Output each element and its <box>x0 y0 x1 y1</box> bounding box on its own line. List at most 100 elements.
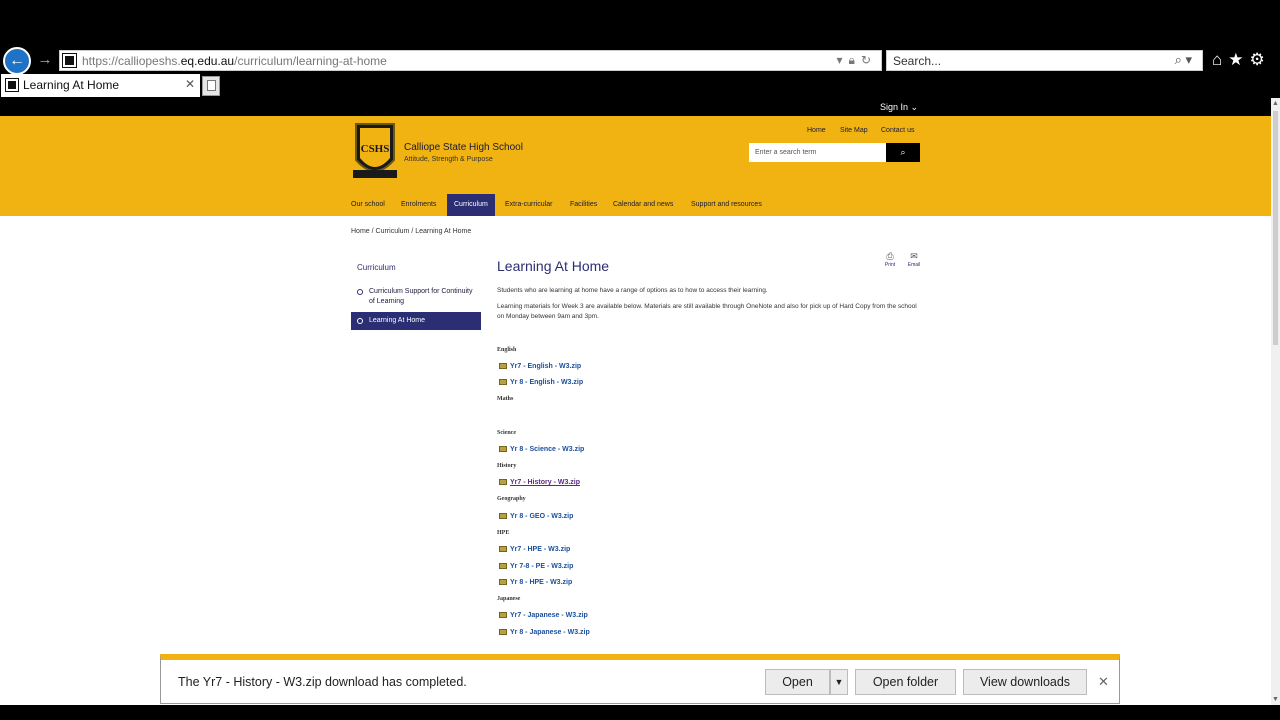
intro-text: Students who are learning at home have a… <box>497 287 768 294</box>
tab-learning-at-home[interactable]: Learning At Home ✕ <box>1 74 200 97</box>
download-notification-bar: The Yr7 - History - W3.zip download has … <box>160 654 1120 704</box>
lock-icon[interactable]: 🔒︎ <box>849 53 861 67</box>
subject-heading-geography: Geography <box>497 496 526 502</box>
svg-text:CSHS: CSHS <box>361 143 390 155</box>
breadcrumb-curriculum[interactable]: Curriculum <box>376 228 410 235</box>
zip-file-icon <box>499 579 507 586</box>
file-link-yr7-japanese[interactable]: Yr7 - Japanese - W3.zip <box>499 612 588 619</box>
search-icon: ⌕ <box>900 147 906 157</box>
sidebar-title[interactable]: Curriculum <box>357 263 396 272</box>
utility-link-site-map[interactable]: Site Map <box>840 127 868 134</box>
sidebar-item-continuity[interactable]: Curriculum Support for Continuity of Lea… <box>351 287 481 309</box>
subject-heading-science: Science <box>497 430 516 436</box>
address-bar[interactable]: https://calliopeshs.eq.edu.au/curriculum… <box>59 50 882 71</box>
star-icon[interactable]: ★ <box>1228 50 1249 69</box>
print-button[interactable]: ⎙ Print <box>880 251 900 268</box>
address-url[interactable]: https://calliopeshs.eq.edu.au/curriculum… <box>82 54 387 68</box>
view-downloads-button[interactable]: View downloads <box>963 669 1087 695</box>
site-header: CSHS Calliope State High School Attitude… <box>0 116 1271 216</box>
utility-link-home[interactable]: Home <box>807 127 826 134</box>
subject-heading-hpe: HPE <box>497 530 510 536</box>
zip-file-icon <box>499 563 507 570</box>
zip-file-icon <box>499 629 507 636</box>
envelope-icon: ✉ <box>910 251 918 261</box>
new-tab-button[interactable] <box>202 76 220 96</box>
refresh-icon[interactable]: ↻ <box>861 53 877 67</box>
zip-file-icon <box>499 379 507 386</box>
breadcrumb-current: Learning At Home <box>415 228 472 235</box>
tab-title: Learning At Home <box>23 78 120 92</box>
zip-file-icon <box>499 446 507 453</box>
browser-search-input[interactable]: Search... ⌕ ▾ <box>886 50 1203 71</box>
file-link-yr78-pe[interactable]: Yr 7-8 - PE - W3.zip <box>499 563 573 570</box>
search-icon[interactable]: ⌕ ▾ <box>1175 52 1192 68</box>
zip-file-icon <box>499 363 507 370</box>
nav-support-resources[interactable]: Support and resources <box>691 194 762 216</box>
forward-arrow-icon[interactable]: → <box>36 50 54 70</box>
scrollbar-thumb[interactable] <box>1273 111 1278 345</box>
dropdown-icon[interactable]: ▾ <box>837 53 849 67</box>
sidebar-item-learning-at-home[interactable]: Learning At Home <box>351 312 481 330</box>
bullet-icon <box>357 318 363 324</box>
signin-strip: Sign In ⌄ <box>0 98 1271 116</box>
school-tagline: Attitude, Strength & Purpose <box>404 156 493 163</box>
page-icon <box>62 53 77 68</box>
file-link-yr8-hpe[interactable]: Yr 8 - HPE - W3.zip <box>499 579 572 586</box>
breadcrumb: Home / Curriculum / Learning At Home <box>351 228 472 235</box>
nav-extra-curricular[interactable]: Extra-curricular <box>505 194 552 216</box>
close-icon[interactable]: ✕ <box>185 77 195 91</box>
download-message: The Yr7 - History - W3.zip download has … <box>178 675 467 689</box>
sidebar-item-label: Curriculum Support for Continuity of Lea… <box>369 288 473 305</box>
browser-search-placeholder: Search... <box>893 54 942 68</box>
utility-link-contact[interactable]: Contact us <box>881 127 914 134</box>
home-icon[interactable]: ⌂ <box>1212 50 1228 69</box>
bullet-icon <box>357 289 363 295</box>
school-crest-logo[interactable]: CSHS <box>350 120 400 184</box>
file-link-yr7-english[interactable]: Yr7 - English - W3.zip <box>499 363 581 370</box>
gear-icon[interactable]: ⚙ <box>1250 50 1271 69</box>
page-title: Learning At Home <box>497 258 610 274</box>
scroll-up-icon[interactable]: ▲ <box>1272 100 1279 107</box>
file-link-yr7-history[interactable]: Yr7 - History - W3.zip <box>499 479 580 486</box>
nav-calendar-news[interactable]: Calendar and news <box>613 194 673 216</box>
open-folder-button[interactable]: Open folder <box>855 669 956 695</box>
subject-heading-english: English <box>497 347 517 353</box>
breadcrumb-home[interactable]: Home <box>351 228 370 235</box>
page-icon <box>5 78 19 92</box>
open-button[interactable]: Open <box>765 669 830 695</box>
vertical-scrollbar[interactable]: ▲ ▼ <box>1271 98 1280 705</box>
zip-file-icon <box>499 513 507 520</box>
back-arrow-icon[interactable]: ← <box>3 47 31 75</box>
zip-file-icon <box>499 479 507 486</box>
bottom-strip <box>0 705 1280 720</box>
nav-our-school[interactable]: Our school <box>351 194 385 216</box>
nav-facilities[interactable]: Facilities <box>570 194 597 216</box>
sidebar-item-label: Learning At Home <box>369 317 426 324</box>
email-button[interactable]: ✉ Email <box>904 251 924 268</box>
nav-enrolments[interactable]: Enrolments <box>401 194 436 216</box>
file-link-yr8-english[interactable]: Yr 8 - English - W3.zip <box>499 379 583 386</box>
tab-strip: Learning At Home ✕ <box>0 74 1280 97</box>
file-link-yr8-science[interactable]: Yr 8 - Science - W3.zip <box>499 446 584 453</box>
zip-file-icon <box>499 612 507 619</box>
subject-heading-maths: Maths <box>497 396 514 402</box>
school-name[interactable]: Calliope State High School <box>404 142 523 153</box>
materials-text: Learning materials for Week 3 are availa… <box>497 303 917 320</box>
page-viewport: Sign In ⌄ CSHS Calliope State High Schoo… <box>0 98 1271 705</box>
new-tab-icon <box>207 80 216 91</box>
file-link-yr8-geo[interactable]: Yr 8 - GEO - W3.zip <box>499 513 573 520</box>
scroll-down-icon[interactable]: ▼ <box>1272 696 1279 703</box>
zip-file-icon <box>499 546 507 553</box>
site-search-input[interactable]: Enter a search term <box>749 143 886 162</box>
site-search-button[interactable]: ⌕ <box>886 143 920 162</box>
file-link-yr8-japanese[interactable]: Yr 8 - Japanese - W3.zip <box>499 629 590 636</box>
close-icon[interactable]: ✕ <box>1098 674 1109 690</box>
open-dropdown-button[interactable]: ▼ <box>830 669 848 695</box>
sign-in-link[interactable]: Sign In ⌄ <box>880 102 918 113</box>
printer-icon: ⎙ <box>886 251 894 261</box>
chevron-down-icon: ▼ <box>834 677 844 687</box>
nav-curriculum[interactable]: Curriculum <box>447 194 495 216</box>
file-link-yr7-hpe[interactable]: Yr7 - HPE - W3.zip <box>499 546 570 553</box>
browser-toolbar: ← → https://calliopeshs.eq.edu.au/curric… <box>0 0 1280 98</box>
subject-heading-history: History <box>497 463 517 469</box>
